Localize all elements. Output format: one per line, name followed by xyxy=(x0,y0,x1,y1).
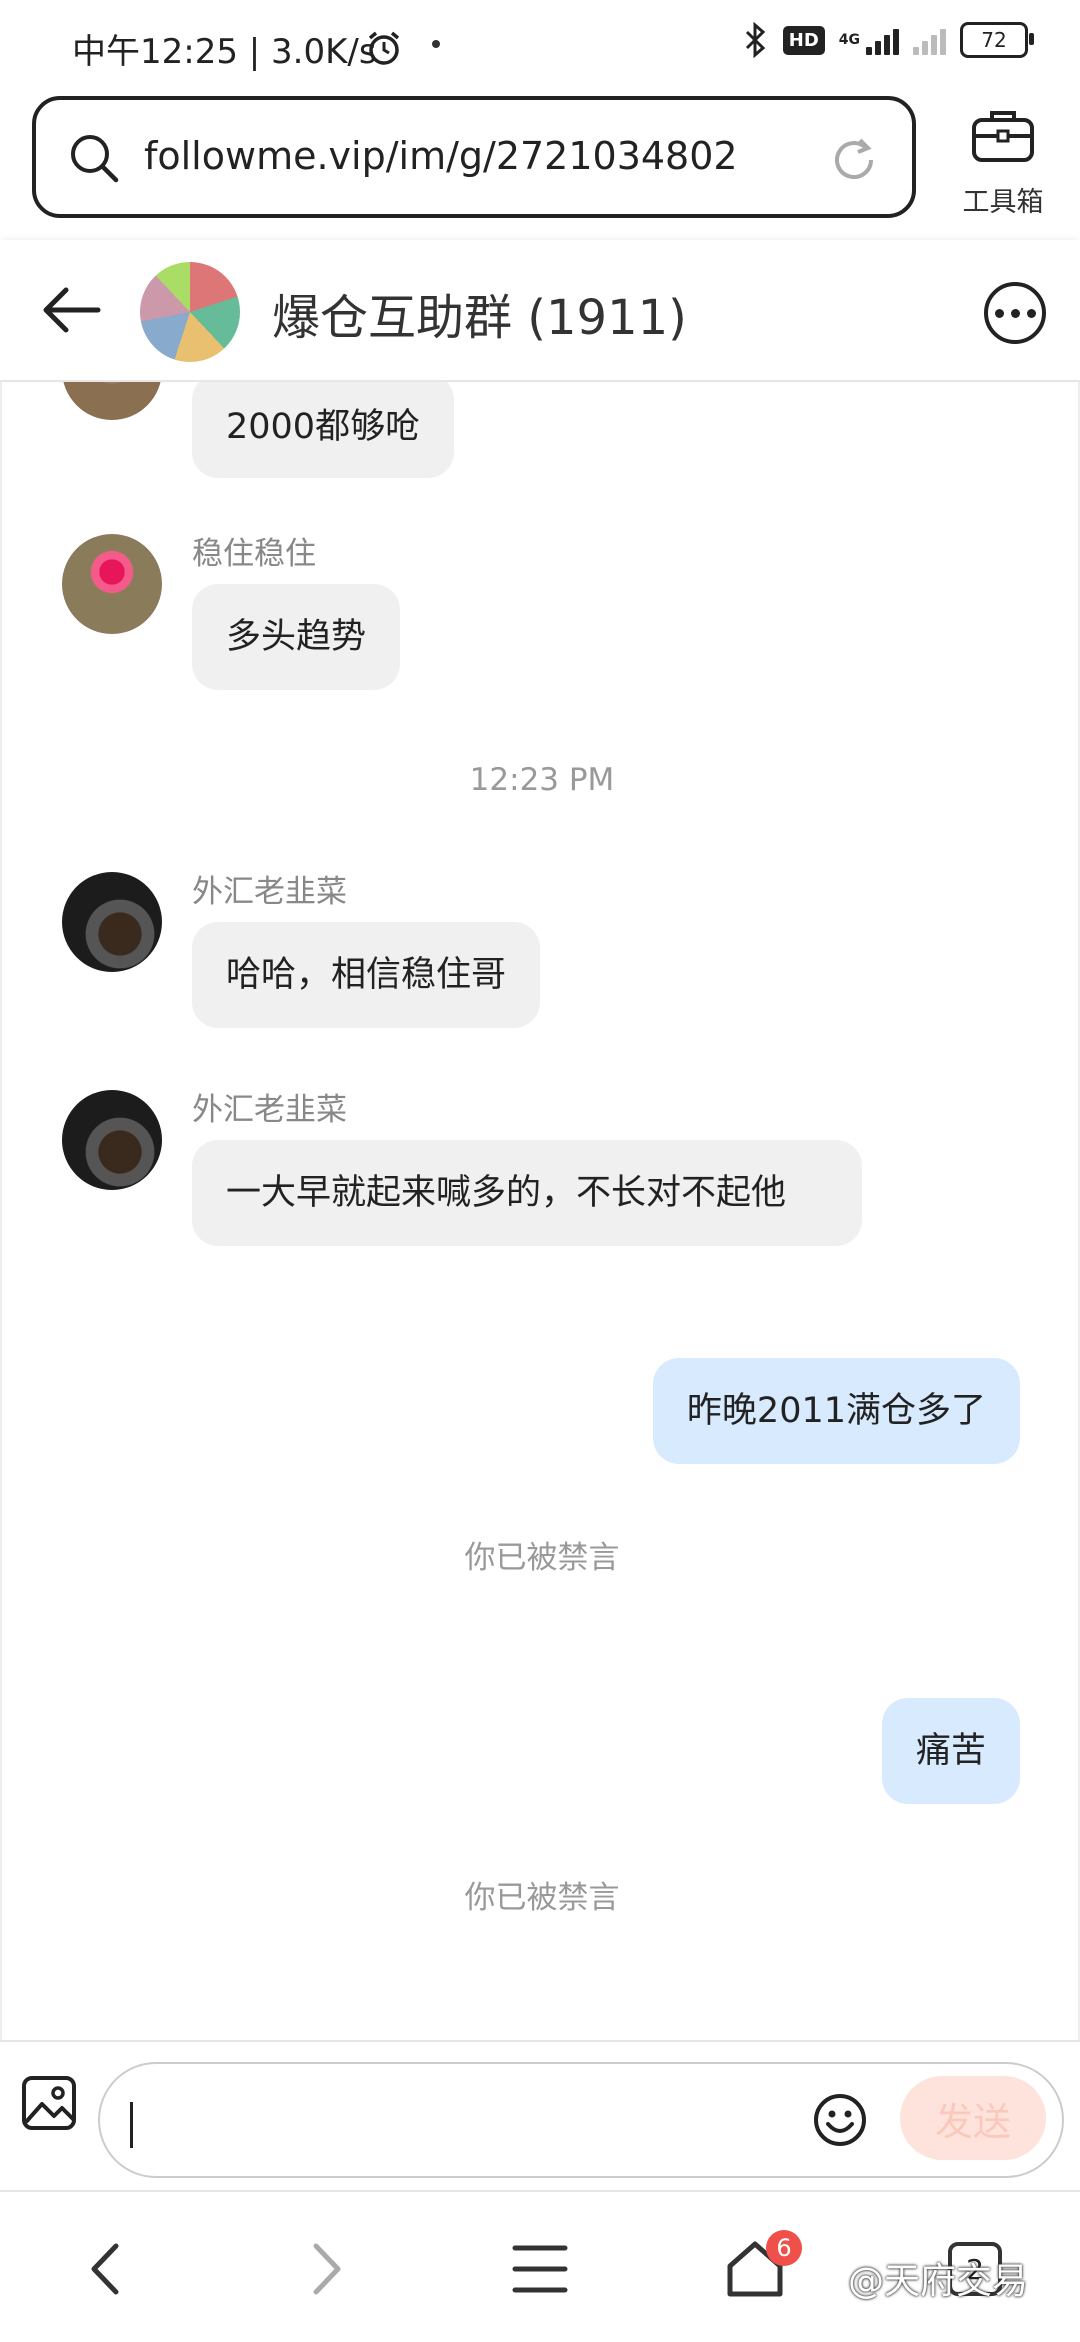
browser-navbar: 6 2 @天府交易 xyxy=(0,2190,1080,2342)
text-caret xyxy=(130,2102,133,2148)
chevron-left-icon[interactable] xyxy=(72,2234,142,2304)
chat-title: 爆仓互助群 (1911) xyxy=(272,290,687,346)
sender-avatar[interactable] xyxy=(62,872,162,972)
status-icons: HD 4G 72 xyxy=(743,22,1034,58)
status-bar: 中午12:25 | 3.0K/s HD 4G 72 xyxy=(0,0,1080,92)
sent-message-bubble[interactable]: 痛苦 xyxy=(881,1698,1020,1804)
message-text: 哈哈，相信稳住哥 xyxy=(226,955,507,995)
bluetooth-icon xyxy=(745,22,765,58)
message-bubble[interactable]: 一大早就起来喊多的，不长对不起他 xyxy=(192,1140,862,1246)
sender-name: 外汇老韭菜 xyxy=(192,1092,347,1128)
url-text[interactable]: followme.vip/im/g/2721034802 xyxy=(144,134,738,178)
sent-message-bubble[interactable]: 昨晚2011满仓多了 xyxy=(652,1358,1020,1464)
image-icon[interactable] xyxy=(20,2074,78,2132)
send-button[interactable]: 发送 xyxy=(900,2076,1046,2160)
status-dot xyxy=(432,40,440,48)
message-text: 2000都够呛 xyxy=(226,407,421,447)
more-icon[interactable] xyxy=(984,282,1046,344)
chat-header: 爆仓互助群 (1911) xyxy=(0,240,1080,382)
group-avatar[interactable] xyxy=(140,262,240,362)
sender-name: 外汇老韭菜 xyxy=(192,874,347,910)
message-text: 痛苦 xyxy=(915,1731,986,1771)
menu-icon[interactable] xyxy=(505,2234,575,2304)
hd-badge: HD xyxy=(782,25,825,55)
chevron-right-icon[interactable] xyxy=(290,2234,360,2304)
signal-strength-icon xyxy=(866,25,899,55)
message-bubble[interactable]: 哈哈，相信稳住哥 xyxy=(192,922,541,1028)
message-timestamp: 12:23 PM xyxy=(469,762,615,798)
back-arrow-icon[interactable] xyxy=(40,284,102,336)
signal-strength-2-icon xyxy=(913,25,946,55)
message-bubble[interactable]: 2000都够呛 xyxy=(192,382,455,478)
sender-name: 稳住稳住 xyxy=(192,536,316,572)
toolbox-button[interactable]: 工具箱 xyxy=(950,100,1056,220)
sender-avatar[interactable] xyxy=(62,382,162,420)
toolbox-icon xyxy=(972,111,1034,162)
battery-level: 72 xyxy=(981,28,1007,52)
message-text: 多头趋势 xyxy=(226,617,367,657)
emoji-icon[interactable] xyxy=(812,2092,868,2148)
sender-avatar[interactable] xyxy=(62,534,162,634)
message-text: 昨晚2011满仓多了 xyxy=(686,1391,986,1431)
alarm-icon xyxy=(368,31,400,65)
muted-notice: 你已被禁言 xyxy=(464,1540,620,1576)
message-bubble[interactable]: 多头趋势 xyxy=(192,584,401,690)
address-bar[interactable]: followme.vip/im/g/2721034802 xyxy=(32,96,916,218)
search-icon[interactable] xyxy=(66,130,122,186)
notification-badge: 6 xyxy=(766,2230,802,2266)
message-input[interactable]: 发送 xyxy=(98,2062,1064,2178)
network-label: 4G xyxy=(838,32,860,48)
composer: 发送 xyxy=(0,2040,1080,2188)
sender-avatar[interactable] xyxy=(62,1090,162,1190)
watermark: @天府交易 xyxy=(848,2261,1029,2302)
reload-icon[interactable] xyxy=(828,134,880,186)
battery-icon: 72 xyxy=(960,22,1034,58)
muted-notice: 你已被禁言 xyxy=(464,1880,620,1916)
status-time-speed: 中午12:25 | 3.0K/s xyxy=(72,32,377,72)
message-list[interactable]: 2000都够呛 稳住稳住 多头趋势 12:23 PM 外汇老韭菜 哈哈，相信稳住… xyxy=(0,382,1080,2040)
message-text: 一大早就起来喊多的，不长对不起他 xyxy=(226,1173,787,1213)
toolbox-label: 工具箱 xyxy=(962,187,1044,218)
